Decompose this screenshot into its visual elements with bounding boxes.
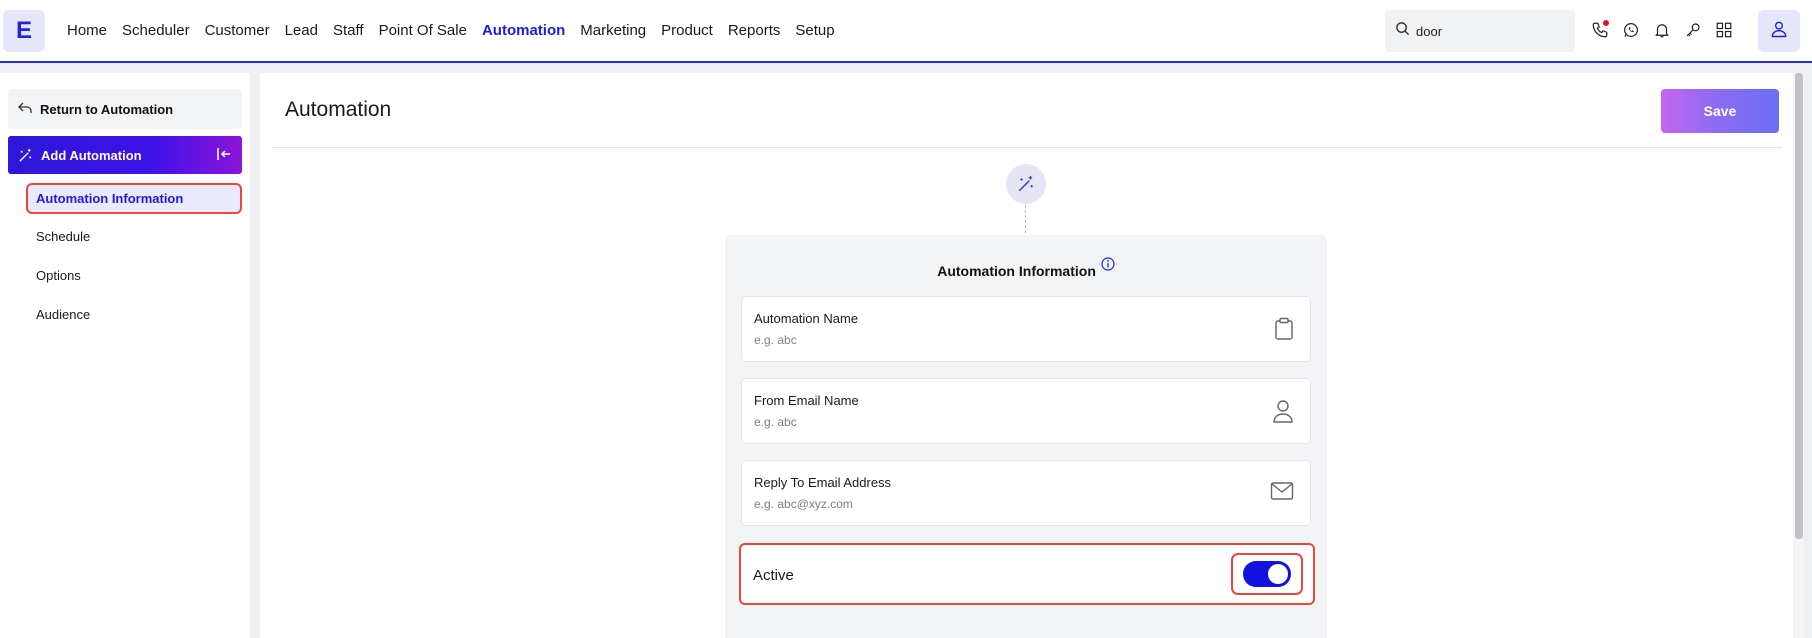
reply-to-email-field: Reply To Email Address [741, 460, 1311, 526]
search-icon [1395, 21, 1410, 41]
search-input[interactable] [1416, 23, 1566, 39]
collapse-sidebar-icon[interactable] [216, 146, 232, 165]
header-icon-bar [1590, 18, 1734, 42]
menu-item-lead[interactable]: Lead [285, 22, 318, 39]
automation-name-input[interactable] [754, 333, 1234, 347]
bell-icon[interactable] [1652, 18, 1672, 42]
menu-item-staff[interactable]: Staff [333, 22, 364, 39]
active-setting-row: Active [739, 543, 1315, 605]
from-email-name-input[interactable] [754, 415, 1234, 429]
app-logo[interactable]: E [3, 9, 45, 52]
info-icon[interactable] [1101, 257, 1115, 274]
step-connector [1025, 205, 1026, 233]
menu-item-setup[interactable]: Setup [795, 22, 834, 39]
user-menu-button[interactable] [1758, 10, 1800, 52]
scrollbar-thumb[interactable] [1795, 73, 1803, 539]
notification-dot [1603, 20, 1609, 26]
menu-item-marketing[interactable]: Marketing [580, 22, 646, 39]
menu-item-home[interactable]: Home [67, 22, 107, 39]
toggle-knob [1268, 564, 1288, 584]
active-label: Active [753, 567, 794, 584]
sidebar-item-schedule[interactable]: Schedule [26, 221, 242, 252]
reply-to-email-input[interactable] [754, 497, 1234, 511]
return-arrow-icon [18, 102, 32, 117]
sidebar-item-options[interactable]: Options [26, 260, 242, 291]
menu-item-product[interactable]: Product [661, 22, 713, 39]
global-search [1385, 10, 1575, 52]
add-automation-header: Add Automation [8, 136, 242, 174]
clipboard-icon [1274, 317, 1294, 346]
menu-item-scheduler[interactable]: Scheduler [122, 22, 190, 39]
automation-name-field: Automation Name [741, 296, 1311, 362]
menu-item-automation[interactable]: Automation [482, 22, 565, 39]
main-content: Automation Save Automation Information A… [260, 73, 1793, 638]
sidebar-item-audience[interactable]: Audience [26, 299, 242, 330]
main-menu: Home Scheduler Customer Lead Staff Point… [67, 22, 850, 39]
page-title: Automation [285, 98, 392, 121]
automation-information-card: Automation Information Automation Name F… [725, 235, 1327, 638]
reply-to-email-label: Reply To Email Address [754, 475, 892, 490]
person-icon [1272, 399, 1294, 428]
save-button[interactable]: Save [1661, 89, 1779, 133]
from-email-name-field: From Email Name [741, 378, 1311, 444]
key-icon[interactable] [1683, 18, 1703, 42]
active-toggle[interactable] [1243, 561, 1291, 587]
menu-item-point-of-sale[interactable]: Point Of Sale [379, 22, 467, 39]
user-icon [1769, 19, 1789, 44]
main-scrollbar[interactable] [1794, 73, 1804, 638]
step-wand-icon [1006, 164, 1046, 204]
from-email-name-label: From Email Name [754, 393, 859, 408]
whatsapp-icon[interactable] [1621, 18, 1641, 42]
menu-item-reports[interactable]: Reports [728, 22, 781, 39]
sidebar: Return to Automation Add Automation Auto… [0, 73, 250, 638]
return-to-automation-link[interactable]: Return to Automation [8, 89, 242, 129]
automation-name-label: Automation Name [754, 311, 859, 326]
add-automation-label: Add Automation [41, 147, 142, 163]
return-label: Return to Automation [40, 101, 174, 117]
mail-icon [1270, 481, 1294, 506]
menu-item-customer[interactable]: Customer [205, 22, 270, 39]
apps-grid-icon[interactable] [1714, 18, 1734, 42]
card-title-text: Automation Information [937, 263, 1096, 279]
magic-wand-icon [18, 148, 33, 163]
header-divider [272, 147, 1782, 148]
sidebar-item-automation-information[interactable]: Automation Information [26, 183, 242, 214]
card-title: Automation Information [725, 257, 1327, 279]
phone-icon[interactable] [1590, 18, 1610, 42]
active-toggle-highlight [1231, 553, 1303, 595]
top-navigation-bar: E Home Scheduler Customer Lead Staff Poi… [0, 0, 1812, 63]
